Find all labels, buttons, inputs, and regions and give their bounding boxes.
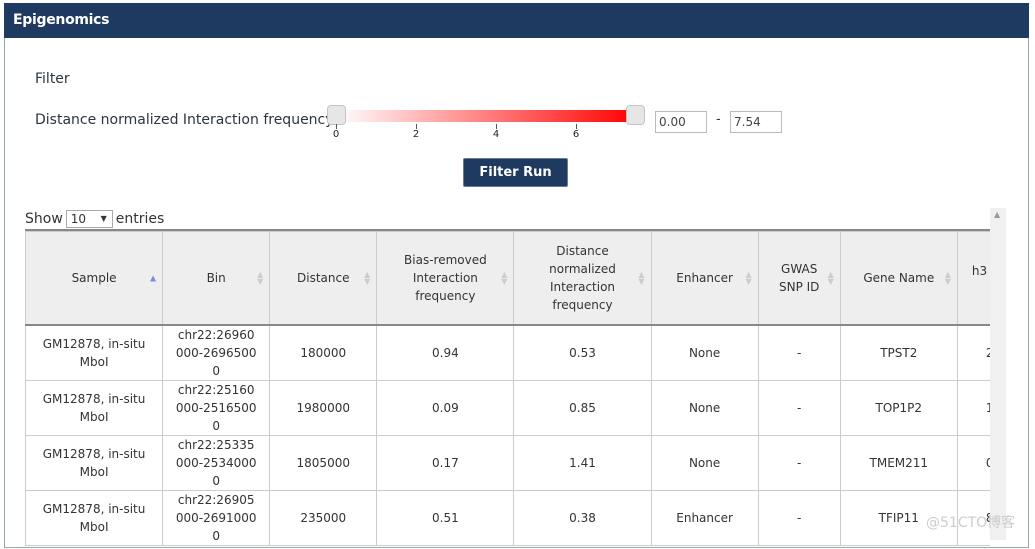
column-header[interactable]: Distance ▲ ▼ xyxy=(269,231,378,326)
table-cell: 1 xyxy=(956,379,990,436)
table-row[interactable]: GM12878, in-situ MboI chr22:26905000-2691… xyxy=(25,489,990,546)
table-cell: TOP1P2 xyxy=(839,379,958,436)
slider-tick-label: 4 xyxy=(492,129,500,140)
range-slider-track[interactable] xyxy=(336,110,636,122)
column-header[interactable]: GWAS SNP ID ▲ ▼ xyxy=(757,231,841,326)
column-header[interactable]: Bin ▲ ▼ xyxy=(162,231,271,326)
column-header[interactable]: h3 xyxy=(956,231,990,326)
results-table: Sample ▲ Bin ▲ ▼ Distance ▲ ▼ Bias-removed Inter… xyxy=(25,231,990,546)
column-header-label: Enhancer xyxy=(676,270,733,285)
slider-tick-label: 2 xyxy=(412,129,420,140)
watermark: @51CTO博客 xyxy=(926,515,1016,531)
table-row[interactable]: GM12878, in-situ MboI chr22:25160000-2516… xyxy=(25,379,990,436)
chevron-down-icon: ▼ xyxy=(100,214,107,223)
sort-icon: ▲ ▼ xyxy=(638,269,645,286)
column-header-label: GWAS SNP ID xyxy=(778,261,820,294)
column-header[interactable]: Bias-removed Interaction frequency ▲ ▼ xyxy=(376,231,515,326)
entries-value: 10 xyxy=(70,212,87,226)
table-cell: Enhancer xyxy=(650,489,759,546)
min-value-input[interactable]: 0.00 xyxy=(655,111,707,133)
table-cell: 0.53 xyxy=(513,324,652,381)
table-cell: chr22:25335000-25340000 xyxy=(162,434,271,491)
table-cell: 1.41 xyxy=(513,434,652,491)
sort-icon: ▲ ▼ xyxy=(257,269,264,286)
filter-run-button[interactable]: Filter Run xyxy=(463,158,568,187)
table-cell: TPST2 xyxy=(839,324,958,381)
filter-title: Filter xyxy=(35,71,70,87)
table-row[interactable]: GM12878, in-situ MboI chr22:26960000-2696… xyxy=(25,324,990,381)
table-cell: 180000 xyxy=(269,324,378,381)
panel-header: Epigenomics xyxy=(4,3,1029,38)
table-cell: None xyxy=(650,434,759,491)
table-cell: chr22:26960000-26965000 xyxy=(162,324,271,381)
table-cell: GM12878, in-situ MboI xyxy=(25,489,164,546)
column-header-label: Sample xyxy=(71,270,117,285)
column-header[interactable]: Gene Name ▲ ▼ xyxy=(839,231,958,326)
column-header[interactable]: Enhancer ▲ ▼ xyxy=(650,231,759,326)
table-cell: - xyxy=(757,324,841,381)
table-cell: TMEM211 xyxy=(839,434,958,491)
table-cell: 0 xyxy=(956,434,990,491)
slider-tick-label: 0 xyxy=(332,129,340,140)
column-header-label: Distance xyxy=(297,270,350,285)
slider-handle-low[interactable] xyxy=(327,105,346,125)
table-cell: 235000 xyxy=(269,489,378,546)
column-header[interactable]: Sample ▲ xyxy=(25,231,164,326)
column-header-label: h3 xyxy=(971,264,988,278)
range-separator: - xyxy=(716,112,721,127)
slider-handle-high[interactable] xyxy=(626,105,645,125)
filter-label: Distance normalized Interaction frequenc… xyxy=(35,112,343,128)
max-value-input[interactable]: 7.54 xyxy=(730,111,782,133)
column-header-label: Bias-removed Interaction frequency xyxy=(404,252,487,303)
sort-icon: ▲ ▼ xyxy=(364,269,371,286)
table-cell: 0.51 xyxy=(376,489,515,546)
sort-icon: ▲ ▼ xyxy=(944,269,951,286)
show-label: Show xyxy=(25,211,63,227)
sort-asc-icon: ▲ xyxy=(149,273,157,283)
entries-select[interactable]: 10 ▼ xyxy=(65,210,113,228)
sort-icon: ▲ ▼ xyxy=(745,269,752,286)
column-header[interactable]: Distance normalized Interaction frequenc… xyxy=(513,231,652,326)
table-cell: GM12878, in-situ MboI xyxy=(25,324,164,381)
page-length-control: Show 10 ▼ entries xyxy=(25,210,164,228)
table-cell: 0.09 xyxy=(376,379,515,436)
table-cell: 2 xyxy=(956,324,990,381)
table-cell: None xyxy=(650,379,759,436)
results-table-wrapper: Sample ▲ Bin ▲ ▼ Distance ▲ ▼ Bias-removed Inter… xyxy=(25,229,990,549)
table-cell: 1805000 xyxy=(269,434,378,491)
table-cell: - xyxy=(757,434,841,491)
entries-label: entries xyxy=(115,211,165,227)
slider-tick-label: 6 xyxy=(572,129,580,140)
column-header-label: Gene Name xyxy=(863,270,935,285)
table-row[interactable]: GM12878, in-situ MboI chr22:25335000-2534… xyxy=(25,434,990,491)
table-cell: 0.85 xyxy=(513,379,652,436)
sort-icon: ▲ ▼ xyxy=(501,269,508,286)
column-header-label: Distance normalized Interaction frequenc… xyxy=(549,243,616,312)
table-cell: 0.94 xyxy=(376,324,515,381)
table-cell: 1980000 xyxy=(269,379,378,436)
table-cell: 0.38 xyxy=(513,489,652,546)
table-cell: chr22:25160000-25165000 xyxy=(162,379,271,436)
table-cell: chr22:26905000-26910000 xyxy=(162,489,271,546)
table-cell: GM12878, in-situ MboI xyxy=(25,434,164,491)
table-cell: 0.17 xyxy=(376,434,515,491)
column-header-label: Bin xyxy=(206,270,226,285)
vertical-scrollbar[interactable]: ▲ xyxy=(990,208,1006,540)
table-cell: None xyxy=(650,324,759,381)
table-cell: - xyxy=(757,379,841,436)
table-cell: GM12878, in-situ MboI xyxy=(25,379,164,436)
scroll-up-icon[interactable]: ▲ xyxy=(994,210,1000,219)
sort-icon: ▲ ▼ xyxy=(827,269,834,286)
table-cell: - xyxy=(757,489,841,546)
